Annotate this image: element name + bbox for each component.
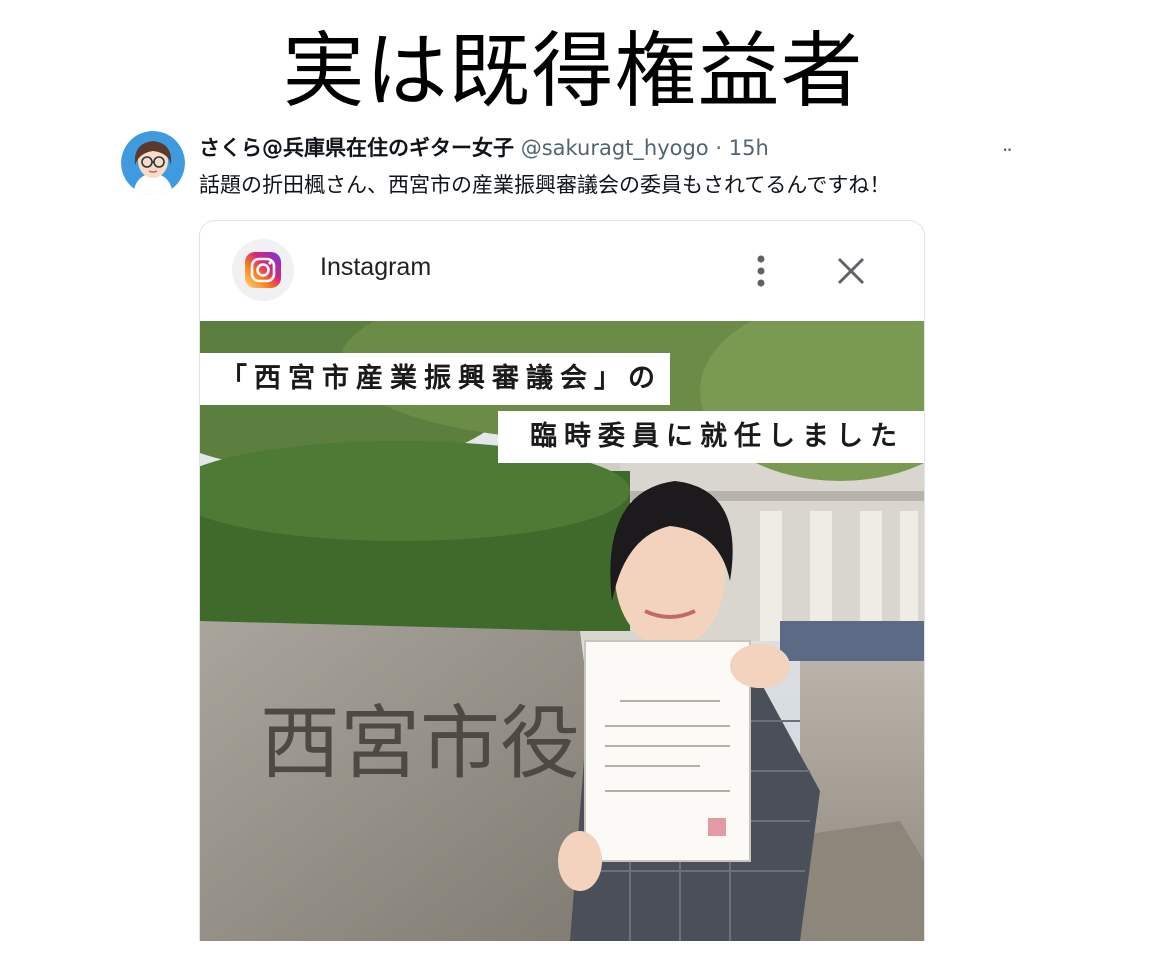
stone-sign-text: 西宮市役 (260, 697, 580, 790)
more-options-icon[interactable]: ·· (1002, 138, 1013, 162)
tweet-author-line: さくら@兵庫県在住のギター女子 @sakuragt_hyogo · 15h (199, 133, 769, 163)
avatar-illustration (121, 131, 185, 195)
instagram-embed-card[interactable]: Instagram 西宮市役 「西宮市産業振興審議会」の 臨時委員に就任しました (199, 220, 925, 941)
photo-caption-line-2: 臨時委員に就任しました (498, 411, 924, 463)
tweet-text: 話題の折田楓さん、西宮市の産業振興審議会の委員もされてるんですね！ (199, 173, 891, 197)
embed-app-name: Instagram (320, 253, 432, 281)
close-icon[interactable] (835, 255, 867, 287)
avatar[interactable] (121, 131, 185, 195)
instagram-logo-icon (232, 239, 294, 301)
photo-caption-line-1: 「西宮市産業振興審議会」の (200, 353, 670, 405)
tweet-timestamp[interactable]: 15h (729, 136, 769, 160)
kebab-icon[interactable] (753, 253, 769, 289)
author-name[interactable]: さくら@兵庫県在住のギター女子 (199, 136, 514, 160)
embed-header: Instagram (200, 221, 924, 321)
headline-caption: 実は既得権益者 (282, 24, 864, 119)
separator-dot: · (715, 136, 723, 160)
embed-photo[interactable]: 西宮市役 「西宮市産業振興審議会」の 臨時委員に就任しました (200, 321, 924, 941)
author-handle[interactable]: @sakuragt_hyogo (521, 136, 709, 160)
